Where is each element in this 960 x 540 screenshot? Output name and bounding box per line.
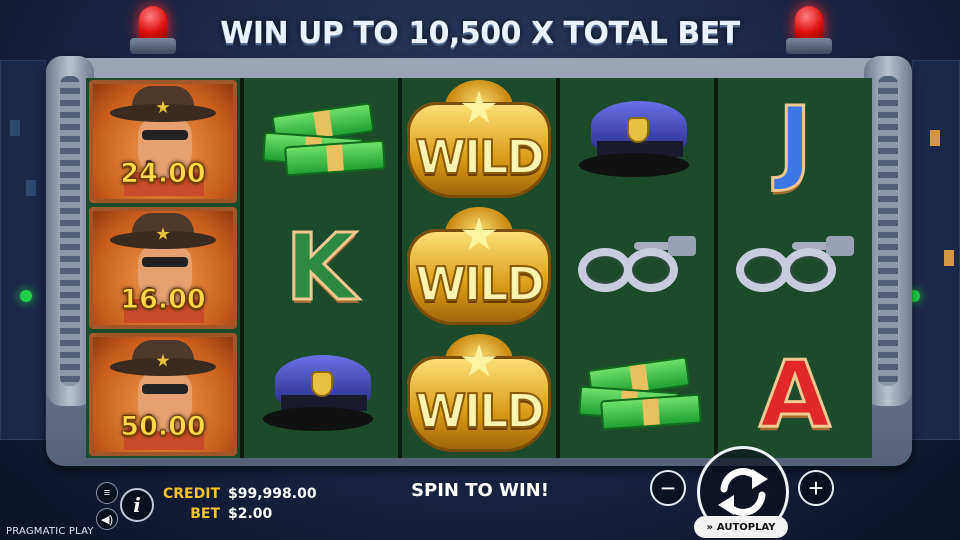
menu-icon[interactable]: ≡ <box>96 482 118 504</box>
reel-5: J A <box>718 78 872 458</box>
window <box>26 180 36 196</box>
police-cap-icon <box>577 101 697 181</box>
info-icon[interactable]: i <box>120 488 154 522</box>
autoplay-button[interactable]: » AUTOPLAY <box>694 516 788 538</box>
reel-grid: 24.00 16.00 50.00 K WILD WILD WILD J A <box>86 78 872 458</box>
wild-badge-icon: WILD <box>405 333 553 456</box>
wild-badge-icon: WILD <box>405 80 553 202</box>
traffic-light <box>20 290 32 302</box>
wild-label: WILD <box>414 383 545 439</box>
police-cap-icon <box>261 354 381 435</box>
cash-symbol <box>244 78 398 205</box>
sheriff-multiplier-symbol: 50.00 <box>89 333 237 457</box>
sheriff-multiplier-symbol: 24.00 <box>89 80 237 203</box>
handcuffs-symbol <box>560 205 714 332</box>
letter-k-symbol: K <box>244 205 398 332</box>
letter-a: A <box>758 340 832 448</box>
handcuffs-symbol <box>718 205 872 332</box>
decrease-bet-button[interactable]: − <box>650 470 686 506</box>
info-label: i <box>133 493 141 517</box>
window <box>944 250 954 266</box>
police-cap-symbol <box>244 331 398 458</box>
sound-icon[interactable]: ◀) <box>96 508 118 530</box>
reel-1: 24.00 16.00 50.00 <box>86 78 240 458</box>
window <box>930 130 940 146</box>
handcuffs-icon <box>734 236 856 300</box>
wild-label: WILD <box>414 129 545 185</box>
wild-symbol: WILD <box>402 331 556 458</box>
wild-symbol: WILD <box>402 205 556 332</box>
increase-bet-button[interactable]: + <box>798 470 834 506</box>
reel-4 <box>560 78 714 458</box>
reel-2: K <box>244 78 398 458</box>
letter-k: K <box>284 214 358 321</box>
cash-symbol <box>560 331 714 458</box>
window <box>10 120 20 136</box>
letter-j: J <box>776 87 813 195</box>
letter-a-symbol: A <box>718 331 872 458</box>
win-up-to-banner: WIN UP TO 10,500 X TOTAL BET <box>220 16 740 51</box>
wild-label: WILD <box>414 256 545 312</box>
bet-label: BET <box>190 506 220 522</box>
multiplier-value: 50.00 <box>120 411 206 443</box>
sheriff-multiplier-symbol: 16.00 <box>89 206 237 330</box>
wild-symbol: WILD <box>402 78 556 205</box>
brand-logo: PRAGMATIC PLAY <box>6 526 94 537</box>
building <box>0 60 46 440</box>
multiplier-value: 16.00 <box>120 284 206 316</box>
credit-value: $99,998.00 <box>228 486 317 502</box>
autoplay-arrows-icon: » <box>706 521 713 533</box>
reel-3: WILD WILD WILD <box>402 78 556 458</box>
spin-arrows-icon <box>718 468 768 516</box>
cash-icon <box>577 355 702 431</box>
handcuffs-icon <box>576 236 698 300</box>
bet-value: $2.00 <box>228 506 273 522</box>
cash-icon <box>261 102 386 177</box>
wild-badge-icon: WILD <box>405 207 553 329</box>
multiplier-value: 24.00 <box>120 157 206 189</box>
police-cap-symbol <box>560 78 714 205</box>
letter-j-symbol: J <box>718 78 872 205</box>
autoplay-label: AUTOPLAY <box>716 521 776 533</box>
credit-label: CREDIT <box>163 486 220 502</box>
status-message: SPIN TO WIN! <box>411 480 549 501</box>
